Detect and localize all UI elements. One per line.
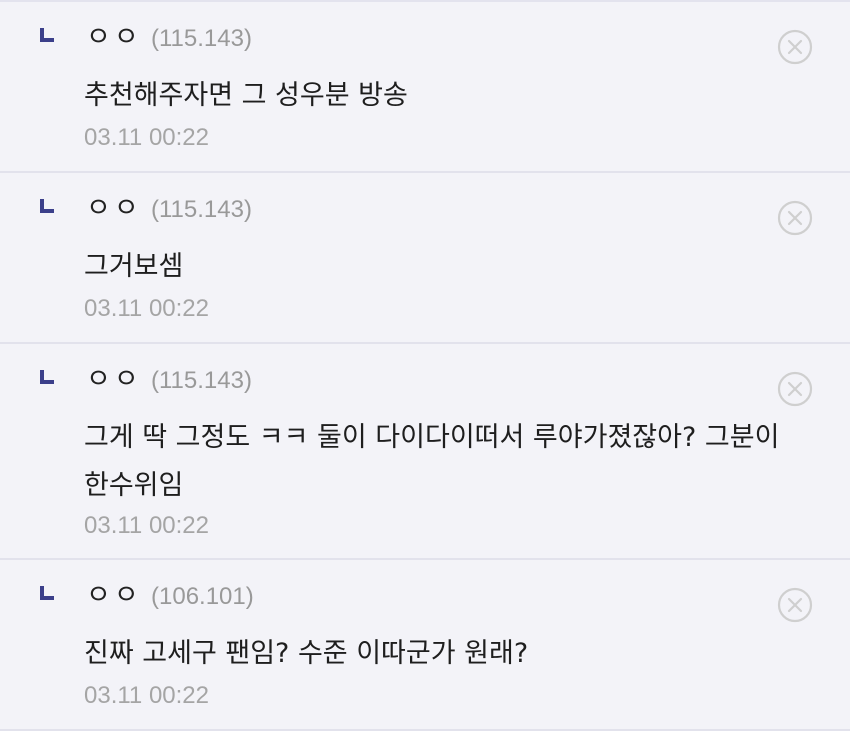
comment-timestamp: 03.11 00:22 [84,512,210,539]
comment-item: ㅇㅇ (106.101) 진짜 고세구 팬임? 수준 이따군가 원래? 03.1… [0,560,850,731]
comment-timestamp: 03.11 00:22 [84,682,210,709]
reply-arrow-icon [40,28,54,42]
comment-text: 그거보셈 [84,251,184,282]
comment-item: ㅇㅇ (115.143) 그게 딱 그정도 ㅋㅋ 둘이 다이다이떠서 루야가졌잖… [0,344,850,560]
comment-ip: (106.101) [151,583,254,610]
comment-timestamp: 03.11 00:22 [84,124,210,151]
comment-ip: (115.143) [151,196,252,223]
comment-text: 진짜 고세구 팬임? 수준 이따군가 원래? [84,638,529,669]
reply-arrow-icon [40,586,54,600]
delete-icon[interactable] [777,29,813,65]
comment-text: 추천해주자면 그 성우분 방송 [84,80,408,111]
comment-text: 그게 딱 그정도 ㅋㅋ 둘이 다이다이떠서 루야가졌잖아? 그분이 한수위임 [84,422,780,501]
comment-list: ㅇㅇ (115.143) 추천해주자면 그 성우분 방송 03.11 00:22… [0,0,850,731]
comment-item: ㅇㅇ (115.143) 그거보셈 03.11 00:22 [0,173,850,344]
comment-nickname[interactable]: ㅇㅇ [86,576,142,616]
reply-arrow-icon [40,199,54,213]
comment-ip: (115.143) [151,367,252,394]
comment-nickname[interactable]: ㅇㅇ [86,189,142,229]
comment-ip: (115.143) [151,25,252,52]
comment-item: ㅇㅇ (115.143) 추천해주자면 그 성우분 방송 03.11 00:22 [0,2,850,173]
delete-icon[interactable] [777,200,813,236]
comment-nickname[interactable]: ㅇㅇ [86,18,142,58]
delete-icon[interactable] [777,371,813,407]
comment-timestamp: 03.11 00:22 [84,295,210,322]
reply-arrow-icon [40,370,54,384]
comment-nickname[interactable]: ㅇㅇ [86,360,142,400]
delete-icon[interactable] [777,587,813,623]
